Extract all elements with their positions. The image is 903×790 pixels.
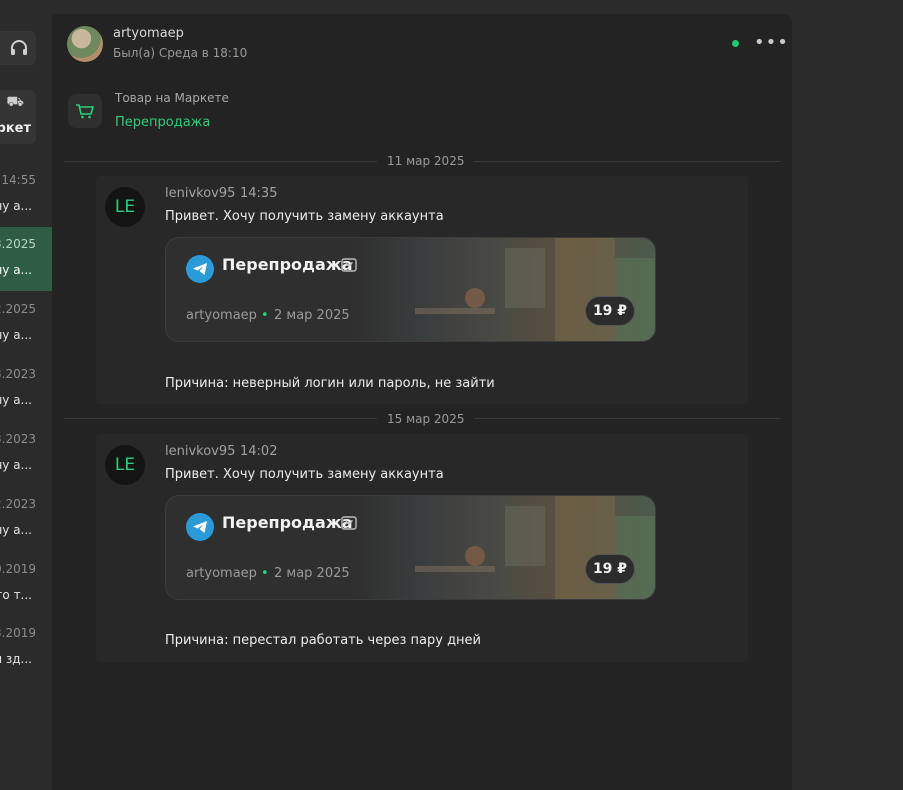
card-date: 2 мар 2025 xyxy=(274,308,350,323)
chat-list-item-preview: его т... xyxy=(0,588,32,602)
message: LE lenivkov95 14:02 Привет. Хочу получит… xyxy=(96,434,748,662)
chat-list-item-date: 2.2025 xyxy=(0,302,36,316)
chat-list-item-active[interactable]: 3.2025 ну а... xyxy=(0,227,52,291)
card-date: 2 мар 2025 xyxy=(274,566,350,581)
message-text: Привет. Хочу получить замену аккаунта xyxy=(165,467,444,482)
chat-list-item-preview: ну а... xyxy=(0,328,32,342)
chat-list-item[interactable]: 2.2023 ну а... xyxy=(0,487,52,551)
support-button[interactable] xyxy=(0,31,36,65)
cart-icon: ⛟ xyxy=(6,94,24,110)
chat-list-item-preview: ы зд... xyxy=(0,652,32,666)
chat-list-item-date: 0.2019 xyxy=(0,562,36,576)
chat-list-item[interactable]: 14:55 ну а... xyxy=(0,163,52,227)
chat-list-sidebar: ⛟ ркет 14:55 ну а... 3.2025 ну а... 2.20… xyxy=(0,0,52,790)
chat-list-item[interactable]: 3.2023 ну а... xyxy=(0,357,52,421)
chat-list-item-preview: ну а... xyxy=(0,523,32,537)
separator-dot: • xyxy=(261,566,269,581)
chat-list-item-date: 3.2019 xyxy=(0,626,36,640)
message-time: 14:35 xyxy=(240,186,278,201)
market-filter-label: ркет xyxy=(0,121,31,136)
message-reason: Причина: перестал работать через пару дн… xyxy=(165,633,482,648)
cart-icon xyxy=(68,94,102,128)
more-options-icon[interactable]: ••• xyxy=(754,34,789,52)
chat-panel: artyomaep Был(а) Среда в 18:10 ••• Товар… xyxy=(52,14,792,790)
price-badge: 19 ₽ xyxy=(585,554,635,584)
product-card[interactable]: Перепродажа artyomaep • 2 мар 2025 19 ₽ xyxy=(165,237,656,342)
chat-list-item-date: 14:55 xyxy=(1,173,36,187)
separator-dot: • xyxy=(261,308,269,323)
avatar[interactable] xyxy=(67,26,103,62)
avatar[interactable]: LE xyxy=(105,445,145,485)
avatar[interactable]: LE xyxy=(105,187,145,227)
headphones-icon xyxy=(11,40,27,55)
shopping-bag-icon xyxy=(341,516,357,530)
market-filter-button[interactable]: ⛟ ркет xyxy=(0,90,36,144)
chat-list-item-date: 3.2023 xyxy=(0,367,36,381)
message-text: Привет. Хочу получить замену аккаунта xyxy=(165,209,444,224)
price-badge: 19 ₽ xyxy=(585,296,635,326)
message-time: 14:02 xyxy=(240,444,278,459)
card-seller: artyomaep xyxy=(186,308,257,323)
card-title: Перепродажа xyxy=(222,255,353,274)
chat-list-item-date: 2.2023 xyxy=(0,497,36,511)
shopping-bag-icon xyxy=(341,258,357,272)
chat-list-item-preview: ну а... xyxy=(0,199,32,213)
product-link[interactable]: Перепродажа xyxy=(115,115,210,130)
message-reason: Причина: неверный логин или пароль, не з… xyxy=(165,376,495,391)
chat-list-item[interactable]: 3.2023 ну а... xyxy=(0,422,52,486)
contact-status: Был(а) Среда в 18:10 xyxy=(113,46,248,60)
telegram-icon xyxy=(186,255,214,283)
chat-list-item-date: 3.2025 xyxy=(0,237,36,251)
chat-list-item[interactable]: 3.2019 ы зд... xyxy=(0,616,52,680)
chat-list-item[interactable]: 0.2019 его т... xyxy=(0,552,52,616)
message-author[interactable]: lenivkov95 xyxy=(165,186,235,201)
product-card[interactable]: Перепродажа artyomaep • 2 мар 2025 19 ₽ xyxy=(165,495,656,600)
card-title: Перепродажа xyxy=(222,513,353,532)
message: LE lenivkov95 14:35 Привет. Хочу получит… xyxy=(96,176,748,404)
date-separator: 15 мар 2025 xyxy=(377,412,475,426)
card-seller: artyomaep xyxy=(186,566,257,581)
message-author[interactable]: lenivkov95 xyxy=(165,444,235,459)
chat-list-item-preview: ну а... xyxy=(0,263,32,277)
contact-name[interactable]: artyomaep xyxy=(113,26,184,41)
chat-list-item[interactable]: 2.2025 ну а... xyxy=(0,292,52,356)
telegram-icon xyxy=(186,513,214,541)
chat-list-item-preview: ну а... xyxy=(0,393,32,407)
product-caption: Товар на Маркете xyxy=(115,91,229,105)
chat-list-item-date: 3.2023 xyxy=(0,432,36,446)
chat-list-item-preview: ну а... xyxy=(0,458,32,472)
online-indicator xyxy=(732,40,739,47)
date-separator: 11 мар 2025 xyxy=(377,154,475,168)
